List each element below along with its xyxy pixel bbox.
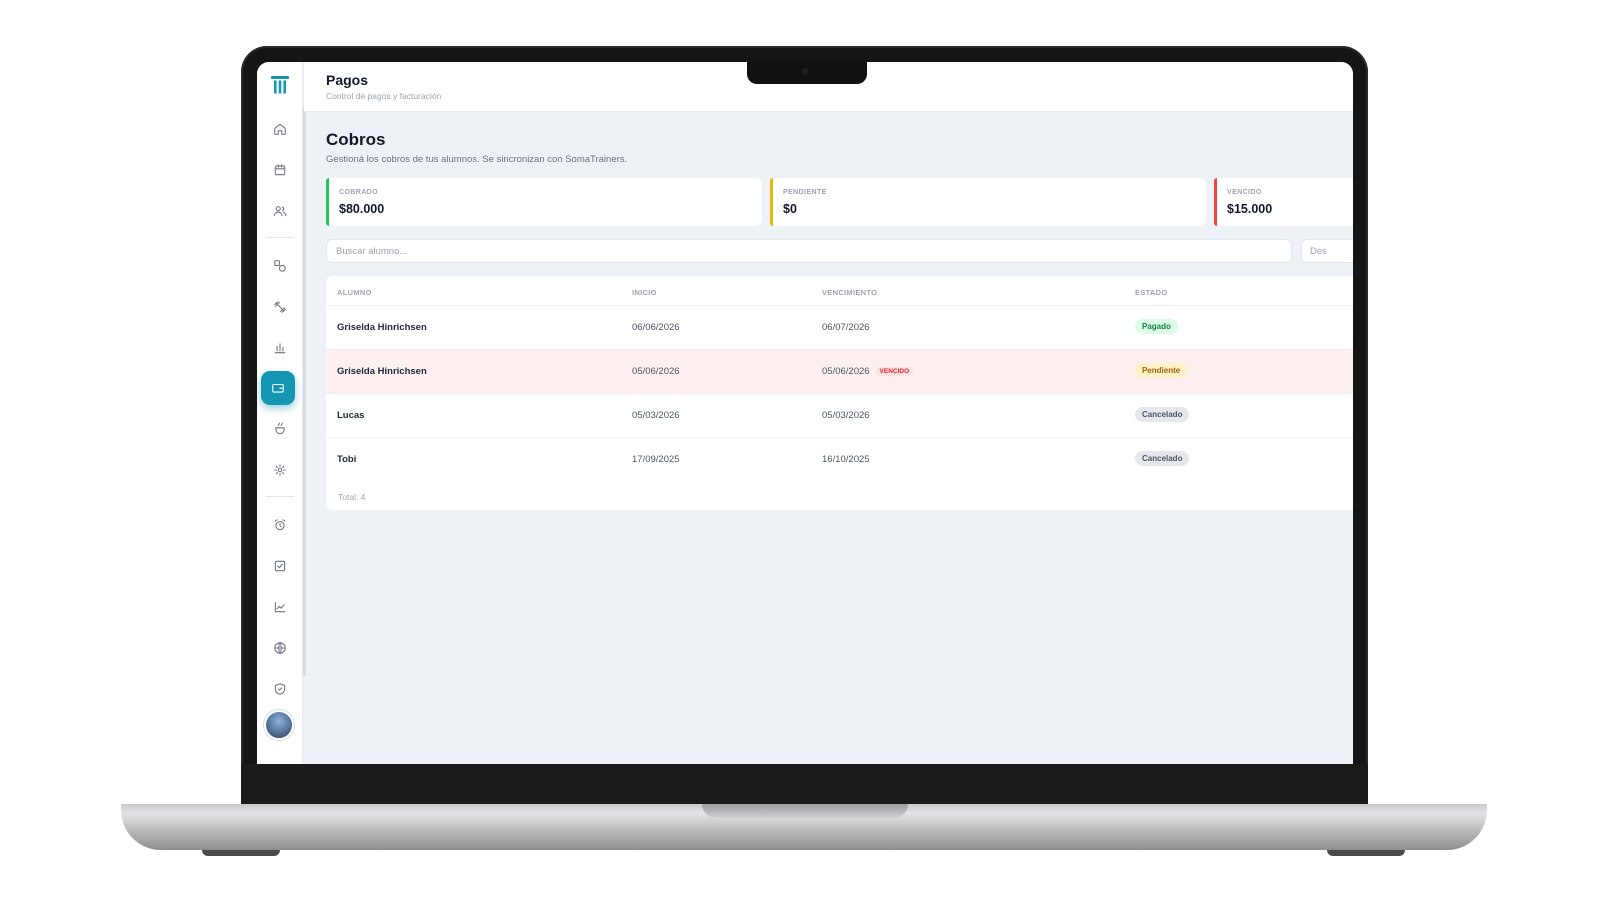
line-chart-icon[interactable] <box>268 595 292 619</box>
workout-icon[interactable] <box>268 295 292 319</box>
alarm-icon[interactable] <box>268 513 292 537</box>
nutrition-icon[interactable] <box>268 417 292 441</box>
users-icon[interactable] <box>268 199 292 223</box>
column-header-inicio[interactable]: INICIO <box>632 288 657 297</box>
stat-value: $80.000 <box>339 202 385 216</box>
status-badge: Cancelado <box>1135 451 1190 466</box>
wallet-icon[interactable] <box>261 371 295 405</box>
globe-icon[interactable] <box>268 636 292 660</box>
stat-card-cobrado: COBRADO $80.000 <box>326 178 762 226</box>
laptop-foot <box>202 850 280 856</box>
cell-vencimiento: 05/03/2026 <box>822 410 870 421</box>
table-row[interactable]: Tobi 17/09/2025 16/10/2025 Cancelado <box>326 438 1353 482</box>
status-badge: Pendiente <box>1135 363 1188 378</box>
stat-value: $15.000 <box>1227 202 1273 216</box>
stat-accent-bar <box>1214 178 1217 226</box>
table-row[interactable]: Griselda Hinrichsen 05/06/2026 05/06/202… <box>326 350 1353 394</box>
avatar[interactable] <box>264 710 294 740</box>
column-header-alumno[interactable]: ALUMNO <box>337 288 372 297</box>
stage: Pagos Control de pagos y facturación Cob… <box>0 0 1600 900</box>
shield-icon[interactable] <box>268 677 292 701</box>
date-filter-input[interactable]: Des <box>1301 239 1353 263</box>
sidebar-scrollbar[interactable] <box>303 106 306 676</box>
status-badge: Cancelado <box>1135 407 1190 422</box>
settings-icon[interactable] <box>268 458 292 482</box>
stat-label: PENDIENTE <box>783 189 827 196</box>
camera-notch <box>747 60 867 84</box>
cell-vencimiento: 16/10/2025 <box>822 454 870 465</box>
checklist-icon[interactable] <box>268 554 292 578</box>
cell-vencimiento-date: 05/06/2026 <box>822 366 870 377</box>
stat-card-vencido: VENCIDO $15.000 <box>1214 178 1353 226</box>
column-header-vencimiento[interactable]: VENCIMIENTO <box>822 288 877 297</box>
column-header-estado[interactable]: ESTADO <box>1135 288 1168 297</box>
calendar-icon[interactable] <box>268 158 292 182</box>
overdue-tag: VENCIDO <box>875 367 914 376</box>
cell-alumno: Griselda Hinrichsen <box>337 366 427 377</box>
stat-accent-bar <box>770 178 773 226</box>
page-subtitle: Control de pagos y facturación <box>326 91 442 101</box>
table-header: ALUMNO INICIO VENCIMIENTO ESTADO <box>326 276 1353 306</box>
laptop-base-groove <box>702 804 908 818</box>
search-input[interactable] <box>326 239 1292 263</box>
page-title: Pagos <box>326 72 369 88</box>
logo-icon[interactable] <box>269 74 291 96</box>
section-title: Cobros <box>326 130 386 149</box>
payments-table: ALUMNO INICIO VENCIMIENTO ESTADO Griseld… <box>326 276 1353 510</box>
cell-alumno: Lucas <box>337 410 365 421</box>
exercises-icon[interactable] <box>268 254 292 278</box>
sidebar-divider <box>266 496 294 497</box>
cell-inicio: 17/09/2025 <box>632 454 680 465</box>
laptop-foot <box>1327 850 1405 856</box>
table-row[interactable]: Griselda Hinrichsen 06/06/2026 06/07/202… <box>326 306 1353 350</box>
table-total: Total: 4 <box>338 492 366 502</box>
laptop-chin <box>241 764 1368 804</box>
sidebar <box>257 62 303 764</box>
cell-inicio: 05/03/2026 <box>632 410 680 421</box>
stat-label: VENCIDO <box>1227 189 1262 196</box>
chart-bar-icon[interactable] <box>268 336 292 360</box>
cell-inicio: 05/06/2026 <box>632 366 680 377</box>
stat-accent-bar <box>326 178 329 226</box>
sidebar-divider <box>266 237 294 238</box>
cell-vencimiento: 06/07/2026 <box>822 322 870 333</box>
home-icon[interactable] <box>268 117 292 141</box>
screen: Pagos Control de pagos y facturación Cob… <box>257 62 1353 764</box>
stat-card-pendiente: PENDIENTE $0 <box>770 178 1206 226</box>
status-badge: Pagado <box>1135 319 1178 334</box>
cell-alumno: Griselda Hinrichsen <box>337 322 427 333</box>
cell-alumno: Tobi <box>337 454 357 465</box>
stat-label: COBRADO <box>339 189 378 196</box>
stat-value: $0 <box>783 202 797 216</box>
cell-inicio: 06/06/2026 <box>632 322 680 333</box>
table-row[interactable]: Lucas 05/03/2026 05/03/2026 Cancelado <box>326 394 1353 438</box>
section-description: Gestioná los cobros de tus alumnos. Se s… <box>326 154 628 165</box>
cell-vencimiento: 05/06/2026 VENCIDO <box>822 366 914 377</box>
